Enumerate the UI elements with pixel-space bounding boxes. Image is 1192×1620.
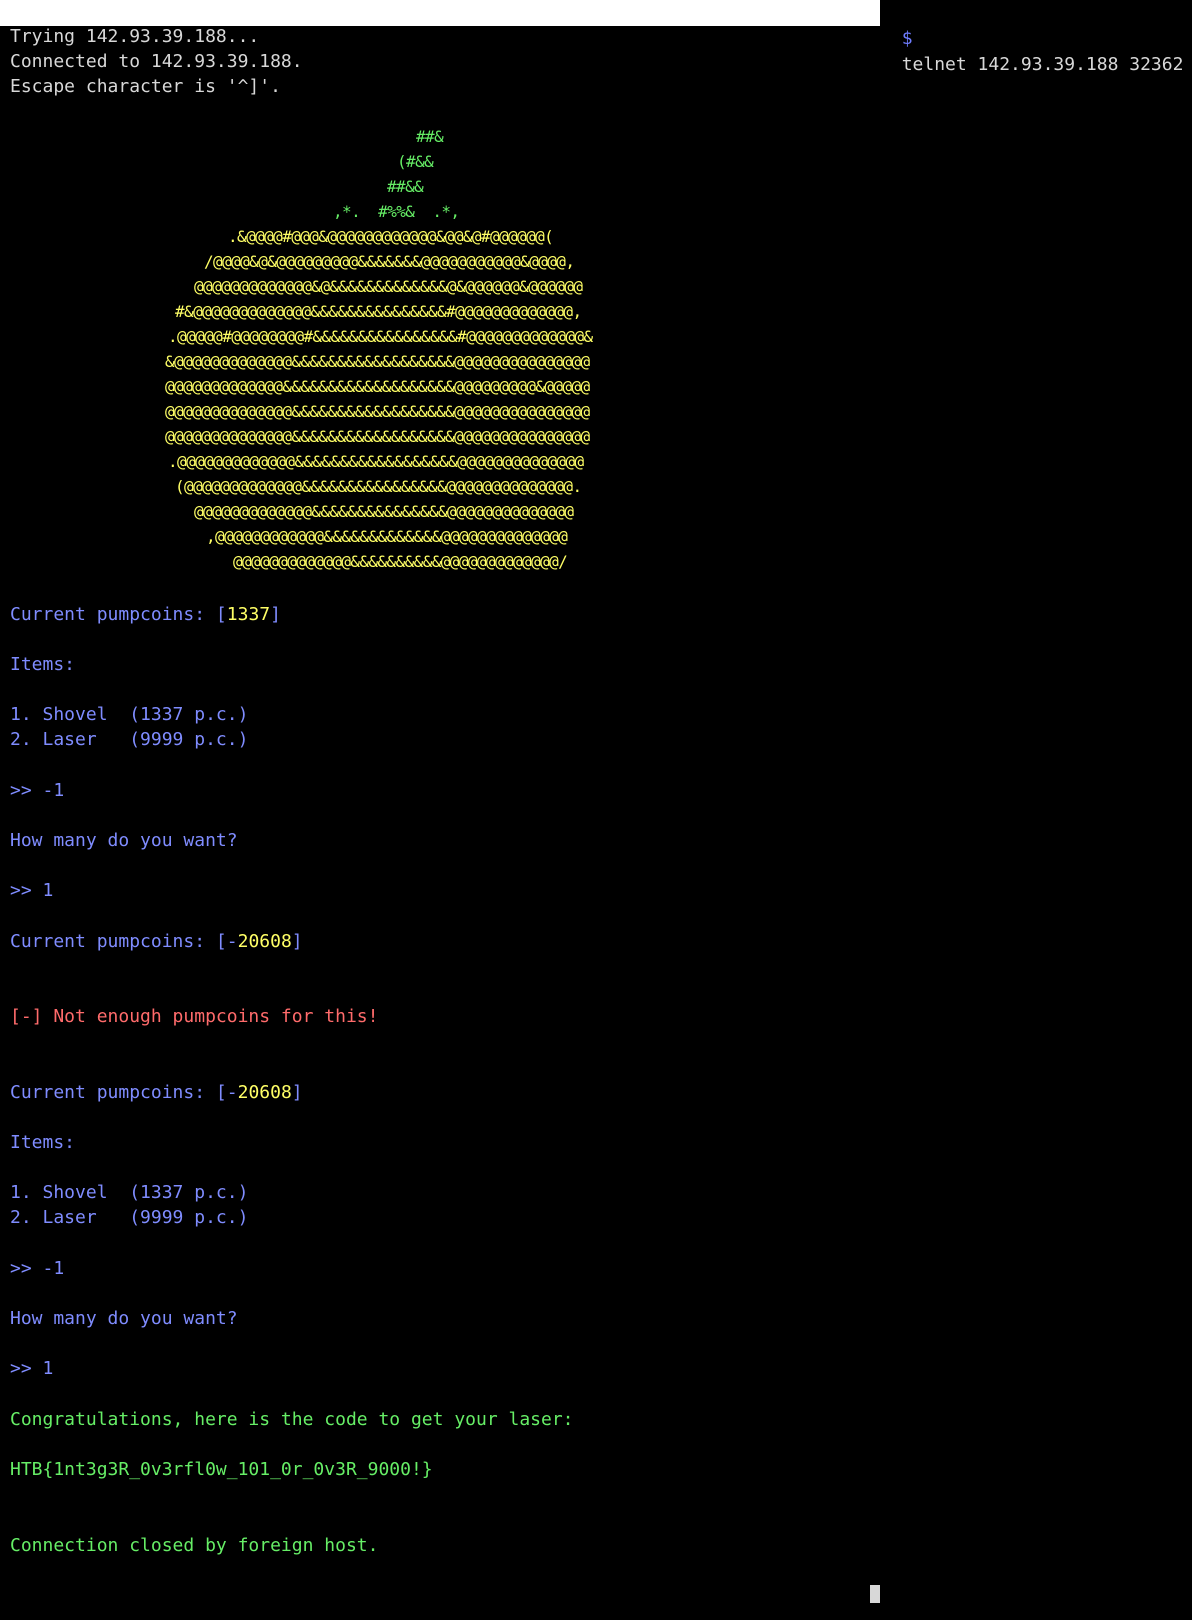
art-body-line: @@@@@@@@@@@@@&&&&&&&&&&@@@@@@@@@@@@@/ <box>233 552 568 571</box>
art-body-line: @@@@@@@@@@@@@&&&&&&&&&&&&&&&&&&&@@@@@@@@… <box>165 377 590 396</box>
pumpcoins-bracket-close: ] <box>291 1082 303 1103</box>
art-body-line: @@@@@@@@@@@@@@&&&&&&&&&&&&&&&&&&@@@@@@@@… <box>165 402 590 421</box>
pumpcoins-value: 20608 <box>237 931 292 952</box>
shell-prompt-bar <box>0 0 880 26</box>
pumpcoins-label: Current pumpcoins: <box>10 931 206 952</box>
error-message: [-] Not enough pumpcoins for this! <box>10 1006 379 1027</box>
pumpcoins-bracket-close: ] <box>291 931 303 952</box>
cursor-block-icon <box>870 1585 880 1603</box>
user-input-line: >> 1 <box>10 880 54 901</box>
pumpcoins-value: 20608 <box>237 1082 292 1103</box>
pumpcoins-bracket-open: [- <box>215 1082 238 1103</box>
command-text: telnet 142.93.39.188 32362 <box>901 54 1184 75</box>
art-stem-line: ,*. #%%& .*, <box>333 202 460 221</box>
pumpcoins-status: Current pumpcoins: [-20608] <box>10 929 303 955</box>
pumpcoins-bracket-open: [ <box>215 604 227 625</box>
art-body-line: .@@@@@@@@@@@@@&&&&&&&&&&&&&&&&&&@@@@@@@@… <box>168 452 584 471</box>
art-body-line: @@@@@@@@@@@@@&&&&&&&&&&&&&&&@@@@@@@@@@@@… <box>194 502 574 521</box>
user-input-line: >> -1 <box>10 1258 65 1279</box>
art-body-line: .@@@@@#@@@@@@@@#&&&&&&&&&&&&&&&&#@@@@@@@… <box>168 327 593 346</box>
terminal-cursor[interactable] <box>866 1583 880 1609</box>
flag-code: HTB{1nt3g3R_0v3rfl0w_101_0r_0v3R_9000!} <box>10 1459 433 1480</box>
connection-closed-message: Connection closed by foreign host. <box>10 1535 379 1556</box>
connection-escape: Escape character is '^]'. <box>10 76 281 97</box>
pumpcoins-label: Current pumpcoins: <box>10 1082 206 1103</box>
menu-item-shovel: 1. Shovel (1337 p.c.) <box>10 704 249 725</box>
pumpcoins-value: 1337 <box>226 604 271 625</box>
art-body-line: .&@@@@#@@@&@@@@@@@@@@@@&@@&@#@@@@@@( <box>228 227 554 246</box>
congratulations-message: Congratulations, here is the code to get… <box>10 1409 574 1430</box>
art-body-line: (@@@@@@@@@@@@@&&&&&&&&&&&&&&&&@@@@@@@@@@… <box>175 477 582 496</box>
art-body-line: ,@@@@@@@@@@@@&&&&&&&&&&&&&@@@@@@@@@@@@@@ <box>206 527 568 546</box>
pumpcoins-bracket-close: ] <box>270 604 281 625</box>
art-body-line: #&@@@@@@@@@@@@@&&&&&&&&&&&&&&&#@@@@@@@@@… <box>175 302 582 321</box>
pumpcoins-bracket-open: [- <box>215 931 238 952</box>
menu-item-laser: 2. Laser (9999 p.c.) <box>10 729 249 750</box>
command-line: $ telnet 142.93.39.188 32362 <box>880 0 1184 75</box>
user-input-line: >> 1 <box>10 1358 54 1379</box>
pumpcoins-label: Current pumpcoins: <box>10 604 206 625</box>
user-input-line: >> -1 <box>10 780 65 801</box>
menu-item-laser: 2. Laser (9999 p.c.) <box>10 1207 249 1228</box>
quantity-question: How many do you want? <box>10 1308 238 1329</box>
art-body-line: @@@@@@@@@@@@@@&&&&&&&&&&&&&&&&&&@@@@@@@@… <box>165 427 590 446</box>
art-stem-line: (#&& <box>397 152 434 171</box>
art-body-line: /@@@@&@&@@@@@@@@@&&&&&&&@@@@@@@@@@@&@@@@… <box>204 252 575 271</box>
art-stem-line: ##& <box>416 127 444 146</box>
pumpcoins-status: Current pumpcoins: [-20608] <box>10 1080 303 1106</box>
items-heading: Items: <box>10 1132 76 1153</box>
connection-connected: Connected to 142.93.39.188. <box>10 51 303 72</box>
prompt-symbol: $ <box>901 28 913 49</box>
menu-item-shovel: 1. Shovel (1337 p.c.) <box>10 1182 249 1203</box>
pumpcoins-status: Current pumpcoins: [1337] <box>10 602 281 628</box>
items-heading: Items: <box>10 654 76 675</box>
art-body-line: @@@@@@@@@@@@@&@&&&&&&&&&&&&&@&@@@@@@&@@@… <box>194 277 583 296</box>
quantity-question: How many do you want? <box>10 830 238 851</box>
art-body-line: &@@@@@@@@@@@@@&&&&&&&&&&&&&&&&&&@@@@@@@@… <box>165 352 590 371</box>
connection-trying: Trying 142.93.39.188... <box>10 26 260 47</box>
art-stem-line: ##&& <box>387 177 424 196</box>
